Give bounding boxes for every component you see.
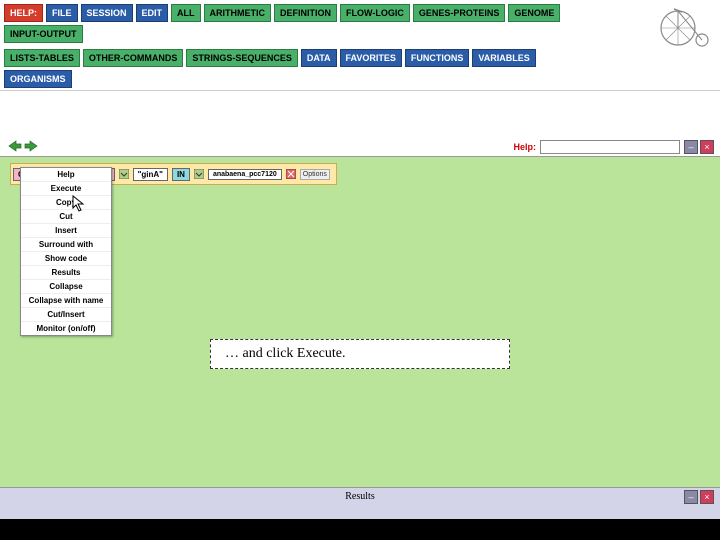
context-menu-item-execute[interactable]: Execute bbox=[21, 182, 111, 196]
help-label: Help: bbox=[514, 142, 537, 152]
toolbar-button-strings-sequences[interactable]: STRINGS-SEQUENCES bbox=[186, 49, 298, 67]
close-button[interactable]: × bbox=[700, 140, 714, 154]
context-menu-item-results[interactable]: Results bbox=[21, 266, 111, 280]
options-button[interactable]: Options bbox=[300, 169, 330, 180]
dropdown-icon[interactable] bbox=[119, 169, 129, 179]
results-title: Results bbox=[0, 488, 720, 505]
toolbar-button-data[interactable]: DATA bbox=[301, 49, 337, 67]
results-close-button[interactable]: × bbox=[700, 490, 714, 504]
results-panel: Results – × bbox=[0, 487, 720, 519]
minimize-button[interactable]: – bbox=[684, 140, 698, 154]
toolbar-button-input-output[interactable]: INPUT-OUTPUT bbox=[4, 25, 83, 43]
arg-string[interactable]: "ginA" bbox=[133, 168, 168, 181]
toolbar-button-favorites[interactable]: FAVORITES bbox=[340, 49, 402, 67]
context-menu-item-show-code[interactable]: Show code bbox=[21, 252, 111, 266]
sub-toolbar: Help: – × bbox=[0, 91, 720, 157]
delete-icon[interactable] bbox=[286, 169, 296, 179]
context-menu-item-collapse-with-name[interactable]: Collapse with name bbox=[21, 294, 111, 308]
toolbar-button-functions[interactable]: FUNCTIONS bbox=[405, 49, 470, 67]
results-minimize-button[interactable]: – bbox=[684, 490, 698, 504]
nav-forward-icon[interactable] bbox=[24, 140, 38, 152]
context-menu-item-help[interactable]: Help bbox=[21, 168, 111, 182]
logo-pennyfarthing bbox=[658, 4, 714, 48]
context-menu: HelpExecuteCopyCutInsertSurround withSho… bbox=[20, 167, 112, 336]
toolbar-button-session[interactable]: SESSION bbox=[81, 4, 133, 22]
toolbar-button-lists-tables[interactable]: LISTS-TABLES bbox=[4, 49, 80, 67]
arg-organism[interactable]: anabaena_pcc7120 bbox=[208, 169, 282, 180]
context-menu-item-cut-insert[interactable]: Cut/Insert bbox=[21, 308, 111, 322]
toolbar-button-file[interactable]: FILE bbox=[46, 4, 78, 22]
help-input[interactable] bbox=[540, 140, 680, 154]
nav-back-icon[interactable] bbox=[8, 140, 22, 152]
main-toolbar: HELP:FILESESSIONEDITALLARITHMETICDEFINIT… bbox=[0, 0, 720, 91]
context-menu-item-monitor-on-off-[interactable]: Monitor (on/off) bbox=[21, 322, 111, 335]
toolbar-button-arithmetic[interactable]: ARITHMETIC bbox=[204, 4, 272, 22]
context-menu-item-surround-with[interactable]: Surround with bbox=[21, 238, 111, 252]
toolbar-button-genes-proteins[interactable]: GENES-PROTEINS bbox=[413, 4, 506, 22]
context-menu-item-collapse[interactable]: Collapse bbox=[21, 280, 111, 294]
workspace: GENES-DESCRIBED-BY "ginA" IN anabaena_pc… bbox=[0, 157, 720, 487]
dropdown-icon[interactable] bbox=[194, 169, 204, 179]
toolbar-button-definition[interactable]: DEFINITION bbox=[274, 4, 337, 22]
context-menu-item-insert[interactable]: Insert bbox=[21, 224, 111, 238]
instruction-callout: … and click Execute. bbox=[210, 339, 510, 369]
toolbar-button-other-commands[interactable]: OTHER-COMMANDS bbox=[83, 49, 184, 67]
toolbar-button-all[interactable]: ALL bbox=[171, 4, 201, 22]
toolbar-button-help-[interactable]: HELP: bbox=[4, 4, 43, 22]
toolbar-button-genome[interactable]: GENOME bbox=[508, 4, 560, 22]
toolbar-button-variables[interactable]: VARIABLES bbox=[472, 49, 535, 67]
context-menu-item-cut[interactable]: Cut bbox=[21, 210, 111, 224]
toolbar-button-organisms[interactable]: ORGANISMS bbox=[4, 70, 72, 88]
keyword-in[interactable]: IN bbox=[172, 168, 190, 181]
context-menu-item-copy[interactable]: Copy bbox=[21, 196, 111, 210]
toolbar-button-flow-logic[interactable]: FLOW-LOGIC bbox=[340, 4, 410, 22]
toolbar-button-edit[interactable]: EDIT bbox=[136, 4, 169, 22]
